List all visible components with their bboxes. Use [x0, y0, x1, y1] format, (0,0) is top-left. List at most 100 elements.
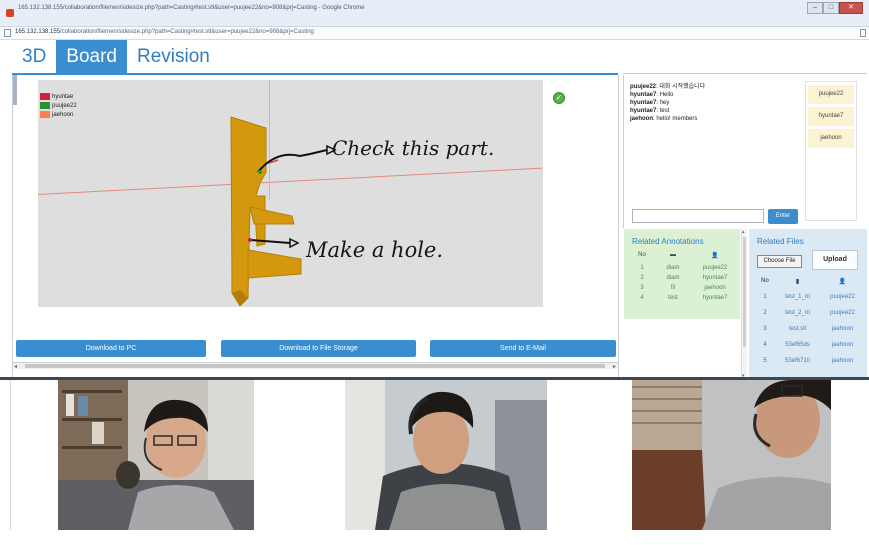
tab-revision[interactable]: Revision [127, 40, 220, 73]
participant-video-image [58, 380, 254, 530]
tab-board[interactable]: Board [56, 40, 127, 73]
video-feed-2[interactable] [345, 380, 547, 530]
chat-text: hey [659, 100, 670, 106]
address-bar[interactable]: 165.132.138.155/collaboration/filemen/si… [0, 27, 869, 40]
tab-3d[interactable]: 3D [12, 40, 56, 73]
chat-message: puujee22: 대화 시작했습니다 [630, 84, 706, 90]
header-no: No [638, 252, 646, 258]
files-header: No ▮ 👤 [755, 278, 865, 285]
file-user: jaehoon [831, 326, 854, 332]
scroll-left-arrow-icon[interactable]: ◂ [14, 363, 17, 370]
user-item[interactable]: hyuntae7 [808, 107, 854, 126]
upload-button[interactable]: Upload [812, 250, 858, 270]
legend-item: jaehoon [40, 110, 77, 119]
annotation-title[interactable]: fil [652, 285, 694, 291]
video-conference-strip [10, 380, 865, 530]
annotation-row[interactable]: 1 diam puujee22 [632, 265, 736, 271]
file-row[interactable]: 3 test.stl jaehoon [755, 326, 865, 332]
page-action-icon[interactable] [860, 29, 866, 37]
chat-text: test [659, 108, 670, 114]
scroll-right-arrow-icon[interactable]: ▸ [613, 363, 616, 370]
annotation-user: puujee22 [702, 265, 728, 271]
chrome-favicon-icon [6, 9, 14, 17]
annotation-user: hyuntae7 [702, 295, 728, 301]
url-host: 165.132.138.155 [15, 29, 61, 35]
user-icon: 👤 [838, 279, 847, 285]
annotation-row[interactable]: 2 diam hyuntae7 [632, 275, 736, 281]
window-controls: – □ ✕ [807, 2, 863, 14]
legend-label: puujee22 [52, 102, 77, 109]
annotation-make-hole[interactable]: Make a hole. [306, 238, 443, 262]
enter-button[interactable]: Enter [768, 209, 798, 224]
chat-user: hyuntae7 [630, 108, 657, 114]
3d-viewport[interactable]: hyuntae puujee22 jaehoon Check this part… [37, 80, 543, 307]
user-icon: 👤 [711, 253, 719, 259]
annotation-title[interactable]: diam [652, 265, 694, 271]
browser-window: 165.132.138.155/collaboration/filemen/si… [0, 0, 869, 545]
legend-item: puujee22 [40, 101, 77, 110]
scrollbar-thumb[interactable] [743, 237, 746, 347]
legend-item: hyuntae [40, 92, 77, 101]
scrollbar-thumb[interactable] [25, 364, 605, 368]
url-text[interactable]: 165.132.138.155/collaboration/filemen/si… [15, 29, 314, 35]
annotations-scrollbar[interactable]: ▴ ▾ [741, 229, 747, 379]
minimize-button[interactable]: – [807, 2, 823, 14]
vertical-scrollbar[interactable] [13, 75, 17, 105]
legend-swatch [40, 93, 50, 100]
file-row[interactable]: 1 test_1_m puujee22 [755, 294, 865, 300]
chat-text: hello! members [656, 116, 698, 122]
maximize-button[interactable]: □ [823, 2, 839, 14]
chat-text: 대화 시작했습니다 [659, 84, 706, 90]
nav-tabs: 3D Board Revision [12, 40, 220, 73]
video-feed-3[interactable] [632, 380, 831, 530]
annotation-title[interactable]: diam [652, 275, 694, 281]
page-icon [4, 29, 11, 37]
choose-file-button[interactable]: Choose File [757, 255, 802, 268]
download-pc-button[interactable]: Download to PC [16, 340, 206, 357]
file-user: puujee22 [830, 310, 855, 316]
download-storage-button[interactable]: Download to File Storage [221, 340, 416, 357]
scroll-up-arrow-icon[interactable]: ▴ [742, 229, 745, 235]
annotation-no: 2 [640, 275, 644, 281]
horizontal-scrollbar[interactable]: ◂ ▸ [13, 362, 618, 370]
annotation-user: jaehoon [704, 285, 726, 291]
file-name-link[interactable]: test.stl [775, 326, 820, 332]
file-name-link[interactable]: test_1_m [775, 294, 820, 300]
file-name-link[interactable]: 53ef65ds [775, 342, 820, 348]
annotations-header: No ▬ 👤 [632, 252, 736, 259]
file-row[interactable]: 2 test_2_m puujee22 [755, 310, 865, 316]
comment-icon: ▬ [670, 252, 676, 258]
related-files-panel: Related Files Choose File Upload No ▮ 👤 … [749, 229, 867, 379]
board-panel: hyuntae puujee22 jaehoon Check this part… [12, 75, 619, 377]
file-row[interactable]: 5 53ef6710 jaehoon [755, 358, 865, 364]
send-email-button[interactable]: Send to E-Mail [430, 340, 616, 357]
annotation-no: 1 [640, 265, 644, 271]
participant-video-image [632, 380, 831, 530]
check-circle-icon[interactable]: ✓ [553, 92, 565, 104]
file-no: 4 [763, 342, 767, 348]
annotation-row[interactable]: 4 test hyuntae7 [632, 295, 736, 301]
user-item[interactable]: jaehoon [808, 129, 854, 148]
annotation-row[interactable]: 3 fil jaehoon [632, 285, 736, 291]
annotation-check-part[interactable]: Check this part. [332, 136, 494, 160]
chat-user: puujee22 [630, 84, 657, 90]
annotation-title[interactable]: test [652, 295, 694, 301]
chat-input[interactable] [632, 209, 764, 223]
related-annotations-panel: Related Annotations No ▬ 👤 1 diam puujee… [624, 229, 740, 319]
file-row[interactable]: 4 53ef65ds jaehoon [755, 342, 865, 348]
video-feed-1[interactable] [58, 380, 254, 530]
cad-part-model[interactable] [38, 80, 543, 307]
legend-swatch [40, 111, 50, 118]
chat-user: hyuntae7 [630, 92, 657, 98]
file-name-link[interactable]: 53ef6710 [775, 358, 820, 364]
chat-user: jaehoon [630, 116, 654, 122]
window-titlebar: 165.132.138.155/collaboration/filemen/si… [0, 0, 869, 27]
participant-video-image [345, 380, 547, 530]
file-name-link[interactable]: test_2_m [775, 310, 820, 316]
user-item[interactable]: puujee22 [808, 85, 854, 104]
close-button[interactable]: ✕ [839, 2, 863, 14]
related-annotations-title: Related Annotations [632, 237, 704, 246]
chat-text: Hello [659, 92, 674, 98]
window-title: 165.132.138.155/collaboration/filemen/si… [18, 5, 365, 11]
file-no: 2 [763, 310, 767, 316]
